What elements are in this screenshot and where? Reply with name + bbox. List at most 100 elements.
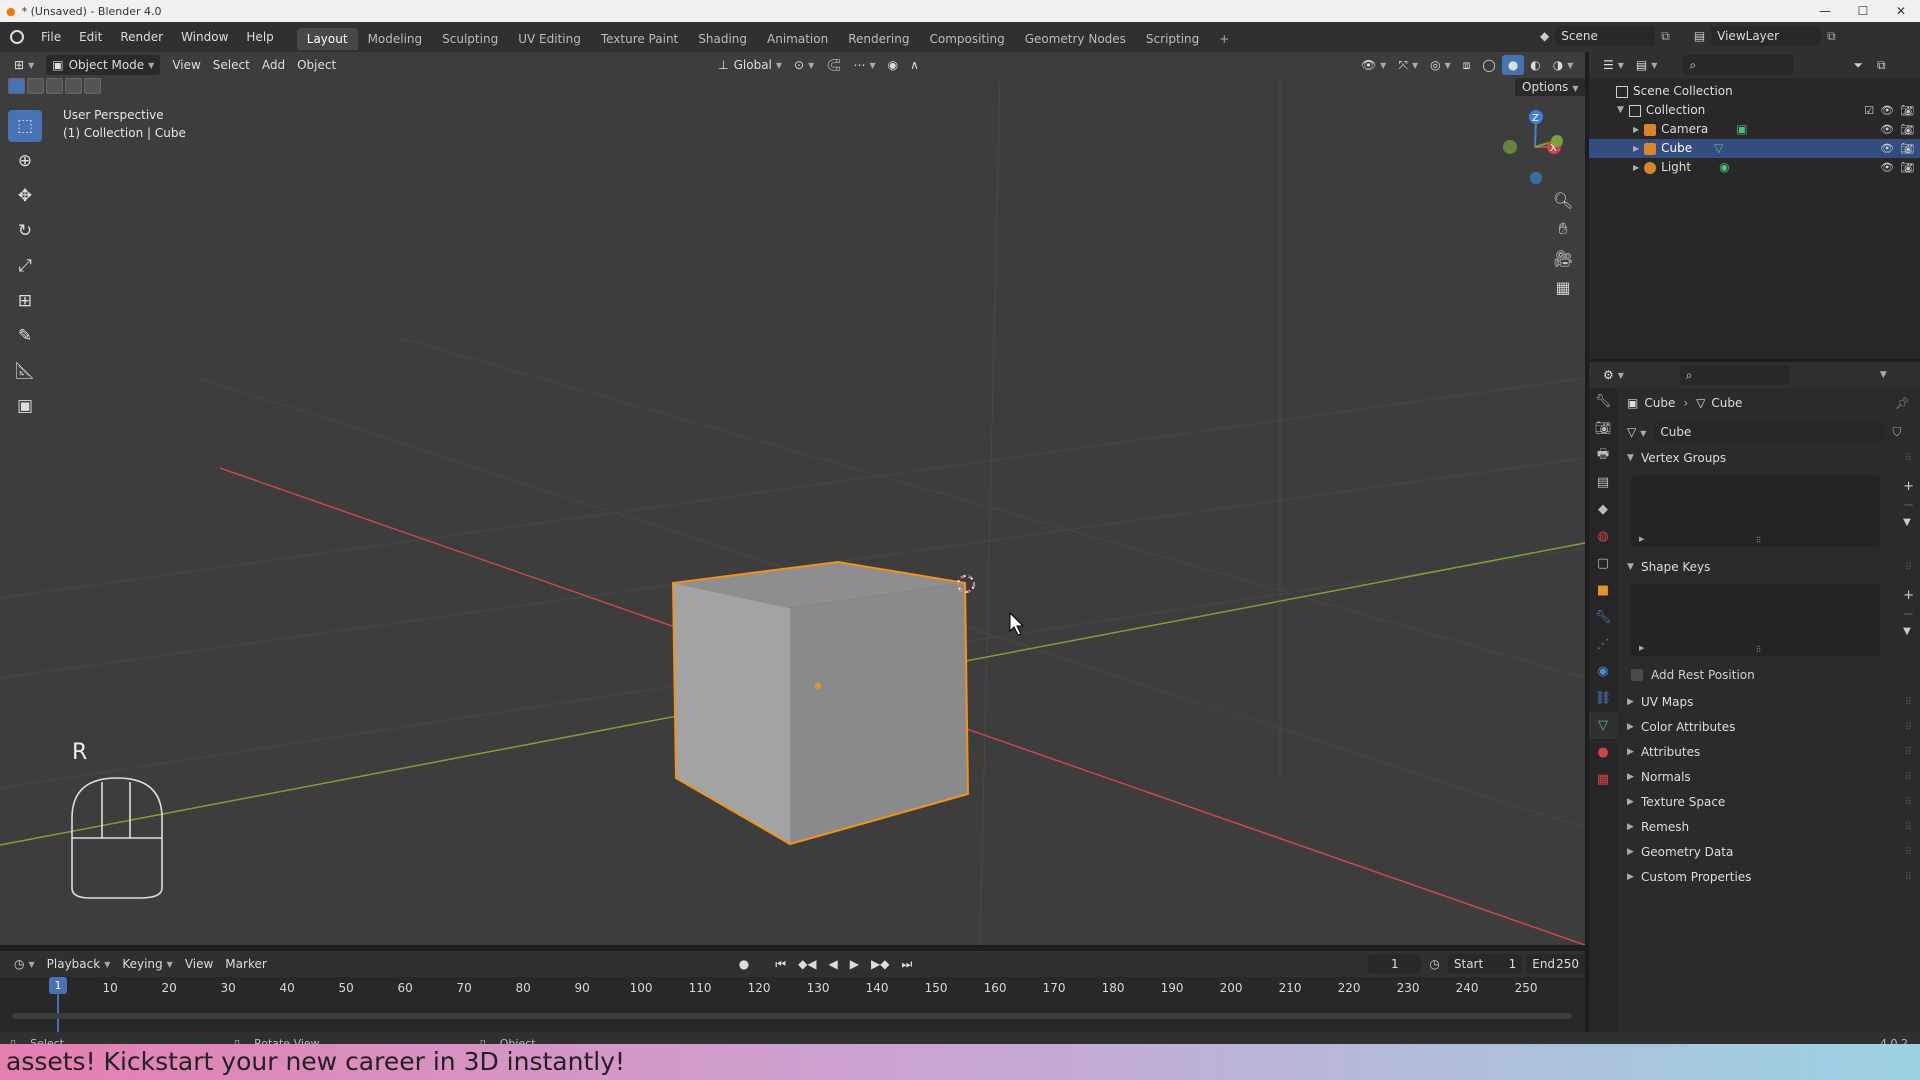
properties-editor-icon[interactable]: ⚙ ▼ bbox=[1597, 365, 1630, 385]
outliner-item-light[interactable]: ▶ Light ◉ 👁︎ 📷︎ bbox=[1589, 158, 1920, 177]
remove-shape-key-icon[interactable]: − bbox=[1903, 607, 1914, 622]
auto-keying-icon[interactable]: ● bbox=[733, 954, 755, 974]
scene-icon[interactable]: ◆ bbox=[1540, 29, 1549, 43]
menu-select[interactable]: Select bbox=[207, 55, 256, 75]
annotate-tool-icon[interactable]: ✎ bbox=[8, 320, 42, 352]
properties-options-icon[interactable]: ▼ bbox=[1880, 370, 1887, 380]
light-data-icon[interactable]: ◉ bbox=[1719, 158, 1729, 177]
gizmo-neg-z[interactable] bbox=[1530, 172, 1542, 184]
timeline-frames[interactable]: 1 10 20 30 40 50 60 70 80 90 100 110 120 130 140 150 16… bbox=[0, 977, 1585, 1032]
eye-icon[interactable]: 👁︎ bbox=[1880, 120, 1894, 139]
panel-color-attributes[interactable]: ▶ Color Attributes ⠿ bbox=[1617, 715, 1920, 740]
mode-dropdown[interactable]: ▣ Object Mode ▼ bbox=[46, 55, 161, 75]
blender-menu-icon[interactable] bbox=[10, 30, 24, 44]
mesh-datablock-icon[interactable]: ▽ ▼ bbox=[1627, 425, 1646, 439]
select-intersect-icon[interactable] bbox=[84, 78, 101, 94]
tab-sculpting[interactable]: Sculpting bbox=[432, 28, 508, 50]
menu-help[interactable]: Help bbox=[237, 22, 282, 52]
select-extend-icon[interactable] bbox=[27, 78, 44, 94]
add-rest-position-checkbox[interactable] bbox=[1631, 669, 1643, 681]
viewlayer-icon[interactable]: ▤ bbox=[1694, 29, 1705, 43]
overlay-toggle-icon[interactable]: ◎ ▼ bbox=[1424, 55, 1457, 75]
properties-search-input[interactable]: ⌕ bbox=[1679, 365, 1790, 385]
list-resize-icon[interactable]: ⠿ bbox=[1756, 536, 1762, 545]
select-set-icon[interactable] bbox=[8, 78, 25, 94]
new-collection-icon[interactable]: ⧉ bbox=[1877, 58, 1886, 73]
panel-remesh[interactable]: ▶ Remesh ⠿ bbox=[1617, 815, 1920, 840]
expand-icon[interactable]: ▶ bbox=[1633, 120, 1639, 139]
particles-tab-icon[interactable]: ⋰ bbox=[1589, 631, 1617, 658]
gizmo-neg-y[interactable] bbox=[1503, 140, 1517, 154]
select-box-tool-icon[interactable]: ⬚ bbox=[8, 110, 42, 142]
move-tool-icon[interactable]: ✥ bbox=[8, 180, 42, 212]
physics-tab-icon[interactable]: ◉ bbox=[1589, 658, 1617, 685]
remove-vertex-group-icon[interactable]: − bbox=[1903, 498, 1914, 513]
snap-target-icon[interactable]: ⋯ ▼ bbox=[848, 55, 882, 75]
material-shading-icon[interactable]: ◐ bbox=[1524, 55, 1546, 75]
tab-uv-editing[interactable]: UV Editing bbox=[508, 28, 591, 50]
options-dropdown[interactable]: Options ▼ bbox=[1515, 78, 1586, 96]
tab-shading[interactable]: Shading bbox=[688, 28, 757, 50]
output-tab-icon[interactable]: 🖶︎ bbox=[1589, 442, 1617, 469]
select-invert-icon[interactable] bbox=[65, 78, 82, 94]
mesh-name-field[interactable]: Cube bbox=[1654, 422, 1885, 442]
menu-render[interactable]: Render bbox=[111, 22, 172, 52]
menu-view[interactable]: View bbox=[166, 55, 206, 75]
snap-icon[interactable]: 🧲︎ bbox=[820, 55, 847, 75]
play-reverse-icon[interactable]: ◀ bbox=[823, 954, 844, 974]
tab-geometry-nodes[interactable]: Geometry Nodes bbox=[1015, 28, 1136, 50]
timeline-scrollbar[interactable] bbox=[12, 1013, 1572, 1019]
ortho-toggle-icon[interactable]: ▦ bbox=[1550, 274, 1576, 300]
data-tab-icon[interactable]: ▽ bbox=[1589, 712, 1617, 739]
vertex-groups-list[interactable]: + − ▼ ▶ ⠿ bbox=[1631, 475, 1914, 547]
outliner-editor-icon[interactable]: ☰ ▼ bbox=[1597, 55, 1630, 75]
render-camera-icon[interactable]: 📷︎ bbox=[1900, 158, 1914, 177]
viewlayer-name-field[interactable]: ViewLayer bbox=[1711, 26, 1822, 46]
menu-file[interactable]: File bbox=[32, 22, 70, 52]
3d-viewport[interactable] bbox=[0, 78, 1585, 945]
panel-custom-properties[interactable]: ▶ Custom Properties ⠿ bbox=[1617, 865, 1920, 890]
menu-keying[interactable]: Keying ▼ bbox=[116, 954, 178, 974]
panel-texture-space[interactable]: ▶ Texture Space ⠿ bbox=[1617, 790, 1920, 815]
falloff-icon[interactable]: ∧ bbox=[904, 55, 925, 75]
outliner-search-input[interactable]: ⌕ bbox=[1683, 55, 1794, 75]
rotate-tool-icon[interactable]: ↻ bbox=[8, 215, 42, 247]
exclude-checkbox-icon[interactable]: ☑ bbox=[1864, 101, 1874, 120]
panel-normals[interactable]: ▶ Normals ⠿ bbox=[1617, 765, 1920, 790]
expand-icon[interactable]: ▶ bbox=[1633, 158, 1639, 177]
add-cube-tool-icon[interactable]: ▣ bbox=[8, 390, 42, 422]
solid-shading-icon[interactable]: ● bbox=[1501, 55, 1525, 75]
tab-texture-paint[interactable]: Texture Paint bbox=[591, 28, 688, 50]
material-tab-icon[interactable]: ● bbox=[1589, 739, 1617, 766]
close-icon[interactable]: ✕ bbox=[1882, 0, 1920, 22]
render-camera-icon[interactable]: 📷︎ bbox=[1900, 120, 1914, 139]
jump-start-icon[interactable]: ⏮ bbox=[769, 954, 792, 974]
tab-rendering[interactable]: Rendering bbox=[838, 28, 919, 50]
modifier-tab-icon[interactable]: 🔧︎ bbox=[1589, 604, 1617, 631]
menu-edit[interactable]: Edit bbox=[70, 22, 111, 52]
new-scene-icon[interactable]: ⧉ bbox=[1661, 29, 1670, 44]
play-icon[interactable]: ▶ bbox=[844, 954, 865, 974]
add-shape-key-icon[interactable]: + bbox=[1903, 588, 1914, 603]
panel-uv-maps[interactable]: ▶ UV Maps ⠿ bbox=[1617, 690, 1920, 715]
new-viewlayer-icon[interactable]: ⧉ bbox=[1827, 29, 1836, 44]
jump-end-icon[interactable]: ⏭ bbox=[895, 954, 918, 974]
tab-animation[interactable]: Animation bbox=[757, 28, 838, 50]
constraints-tab-icon[interactable]: ⛓︎ bbox=[1589, 685, 1617, 712]
navigation-gizmo[interactable]: Z X bbox=[1500, 105, 1570, 193]
render-tab-icon[interactable]: 📷︎ bbox=[1589, 415, 1617, 442]
render-camera-icon[interactable]: 📷︎ bbox=[1900, 139, 1914, 158]
editor-type-icon[interactable]: ⊞ ▼ bbox=[8, 55, 40, 75]
scale-tool-icon[interactable]: ⤢ bbox=[8, 250, 42, 282]
tab-modeling[interactable]: Modeling bbox=[358, 28, 433, 50]
select-subtract-icon[interactable] bbox=[46, 78, 63, 94]
scene-tab-icon[interactable]: ◆ bbox=[1589, 496, 1617, 523]
eye-icon[interactable]: 👁︎ bbox=[1880, 158, 1894, 177]
timeline-editor-icon[interactable]: ◷ ▼ bbox=[8, 954, 41, 974]
outliner-collection[interactable]: ▼ Collection ☑ 👁︎ 📷︎ bbox=[1589, 101, 1920, 120]
display-mode-icon[interactable]: ▤ ▼ bbox=[1630, 55, 1664, 75]
pin-icon[interactable]: 📌︎ bbox=[1895, 396, 1910, 410]
texture-tab-icon[interactable]: ▦ bbox=[1589, 766, 1617, 793]
eye-icon[interactable]: 👁︎ bbox=[1880, 139, 1894, 158]
mesh-data-icon[interactable]: ▽ bbox=[1714, 139, 1723, 158]
